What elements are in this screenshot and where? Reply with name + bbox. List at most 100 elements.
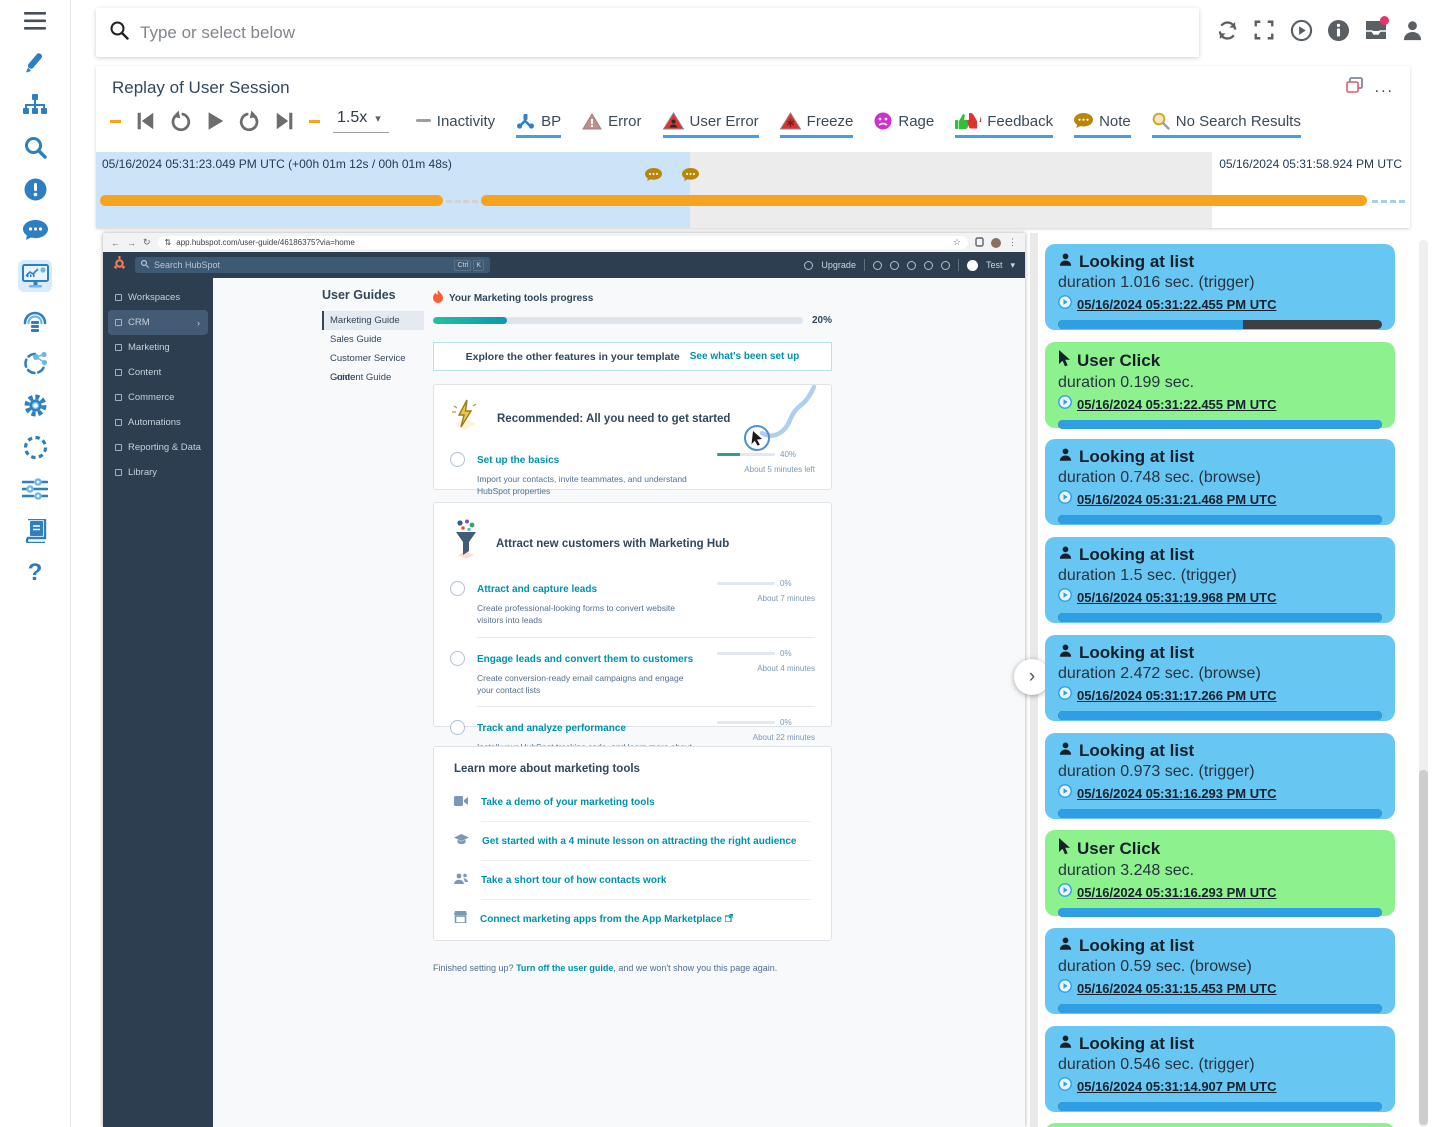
- event-title: Looking at list: [1079, 545, 1194, 565]
- learn-card: Learn more about marketing tools Take a …: [433, 746, 832, 941]
- replay-panel: Replay of User Session ... 1.5x ▾ Inacti…: [96, 66, 1410, 228]
- gear-icon[interactable]: [22, 392, 48, 418]
- jump-to-end-button[interactable]: [274, 110, 296, 132]
- event-progress-bar: [1058, 1102, 1382, 1111]
- sliders-icon[interactable]: [22, 476, 48, 502]
- legend-item-error[interactable]: Error: [582, 113, 641, 130]
- live-support-icon[interactable]: [22, 308, 48, 334]
- journey-icon[interactable]: [22, 350, 48, 376]
- global-search[interactable]: [96, 8, 1199, 57]
- hubspot-nav-commerce: Commerce: [103, 385, 213, 410]
- refresh-icon[interactable]: [1216, 19, 1239, 42]
- legend-item-user-error[interactable]: User Error: [663, 112, 759, 130]
- search-input[interactable]: [140, 23, 1185, 43]
- sitemap-icon[interactable]: [22, 92, 48, 118]
- nav-item-icon: [115, 344, 122, 351]
- event-card[interactable]: Looking at listduration 2.472 sec. (brow…: [1045, 635, 1395, 721]
- event-card[interactable]: User Clickduration 0.199 sec.05/16/2024 …: [1045, 342, 1395, 428]
- chat-icon[interactable]: [22, 218, 48, 244]
- scrollbar-thumb[interactable]: [1419, 770, 1428, 1125]
- contacts-icon: [454, 871, 468, 889]
- event-progress-bar: [1058, 908, 1382, 917]
- session-timeline[interactable]: 05/16/2024 05:31:23.049 PM UTC (+00h 01m…: [96, 152, 1410, 228]
- activity-bar-segment[interactable]: [100, 195, 443, 206]
- event-card[interactable]: Looking at listduration 0.59 sec. (brows…: [1045, 928, 1395, 1014]
- browser-menu-icon: ⋮: [1008, 237, 1017, 248]
- progress-percent: 20%: [812, 315, 832, 326]
- play-icon: [1058, 883, 1072, 902]
- bp-icon: [516, 113, 535, 129]
- legend-item-bp[interactable]: BP: [516, 113, 561, 130]
- popout-icon[interactable]: [1346, 77, 1363, 99]
- play-circle-icon[interactable]: [1290, 19, 1313, 42]
- event-timestamp-link[interactable]: 05/16/2024 05:31:21.468 PM UTC: [1077, 492, 1276, 507]
- note-marker-icon[interactable]: [645, 168, 662, 183]
- event-card[interactable]: Looking at listduration 1.5 sec. (trigge…: [1045, 537, 1395, 623]
- event-timestamp-link[interactable]: 05/16/2024 05:31:16.293 PM UTC: [1077, 885, 1276, 900]
- play-button[interactable]: [204, 110, 226, 132]
- event-timestamp-link[interactable]: 05/16/2024 05:31:19.968 PM UTC: [1077, 590, 1276, 605]
- legend-item-freeze[interactable]: Freeze: [780, 112, 854, 130]
- menu-icon[interactable]: [22, 8, 48, 34]
- fullscreen-icon[interactable]: [1253, 19, 1276, 42]
- legend-item-rage[interactable]: Rage: [874, 112, 934, 130]
- note-marker-icon[interactable]: [682, 168, 699, 183]
- event-duration: duration 0.199 sec.: [1058, 374, 1382, 392]
- timeline-buffered-region[interactable]: [690, 152, 1212, 228]
- alert-icon[interactable]: [22, 176, 48, 202]
- event-timestamp-link[interactable]: 05/16/2024 05:31:14.907 PM UTC: [1077, 1079, 1276, 1094]
- graduation-icon: [454, 832, 469, 850]
- book-icon[interactable]: [22, 518, 48, 544]
- event-progress-bar: [1058, 613, 1382, 622]
- event-timestamp-link[interactable]: 05/16/2024 05:31:22.455 PM UTC: [1077, 397, 1276, 412]
- legend-item-note[interactable]: Note: [1074, 113, 1131, 130]
- event-title: Looking at list: [1079, 1034, 1194, 1054]
- range-marker-end: [309, 120, 320, 123]
- rewind-button[interactable]: [169, 110, 191, 132]
- event-timestamp-link[interactable]: 05/16/2024 05:31:22.455 PM UTC: [1077, 297, 1276, 312]
- task-checkbox: [450, 581, 465, 596]
- nav-item-icon: [115, 394, 122, 401]
- legend-item-inactivity[interactable]: Inactivity: [416, 113, 495, 130]
- event-timestamp-link[interactable]: 05/16/2024 05:31:15.453 PM UTC: [1077, 981, 1276, 996]
- info-icon[interactable]: [1327, 19, 1350, 42]
- play-icon: [1058, 1077, 1072, 1096]
- hubspot-nav-workspaces: Workspaces: [103, 285, 213, 310]
- legend-item-feedback[interactable]: Feedback: [955, 112, 1053, 130]
- event-card[interactable]: Looking at listduration 1.016 sec. (trig…: [1045, 244, 1395, 330]
- hubspot-nav-content: Content: [103, 360, 213, 385]
- forward-button[interactable]: [239, 110, 261, 132]
- jump-to-start-button[interactable]: [134, 110, 156, 132]
- pencil-icon[interactable]: [22, 50, 48, 76]
- inbox-icon[interactable]: [1364, 19, 1387, 42]
- activity-bar-segment[interactable]: [481, 195, 1367, 206]
- nav-item-icon: [115, 294, 122, 301]
- user-icon[interactable]: [1401, 19, 1424, 42]
- speed-selector[interactable]: 1.5x ▾: [333, 109, 389, 133]
- browser-chrome: ← → ↻ ⇅ app.hubspot.com/user-guide/46186…: [103, 233, 1025, 252]
- help-icon: [907, 261, 916, 270]
- event-timestamp-link[interactable]: 05/16/2024 05:31:17.266 PM UTC: [1077, 688, 1276, 703]
- event-timestamp-link[interactable]: 05/16/2024 05:31:16.293 PM UTC: [1077, 786, 1276, 801]
- event-card[interactable]: [1045, 1123, 1395, 1127]
- event-card[interactable]: User Clickduration 3.248 sec.05/16/2024 …: [1045, 830, 1395, 916]
- page-title: Replay of User Session: [112, 78, 290, 98]
- play-icon: [1058, 979, 1072, 998]
- search-icon[interactable]: [22, 134, 48, 160]
- user-icon: [1058, 936, 1073, 956]
- event-card[interactable]: Looking at listduration 0.748 sec. (brow…: [1045, 439, 1395, 525]
- learn-link-row: Take a short tour of how contacts work: [454, 861, 811, 899]
- guide-tab: Sales Guide: [322, 330, 424, 349]
- event-card[interactable]: Looking at listduration 0.546 sec. (trig…: [1045, 1026, 1395, 1112]
- event-card[interactable]: Looking at listduration 0.973 sec. (trig…: [1045, 733, 1395, 819]
- session-replay-icon[interactable]: [18, 260, 52, 292]
- more-menu-icon[interactable]: ...: [1375, 83, 1394, 93]
- event-progress-bar: [1058, 1004, 1382, 1013]
- dashed-circle-icon[interactable]: [22, 434, 48, 460]
- event-legend: Inactivity BP Error User Error Freeze Rage Fee…: [416, 112, 1301, 130]
- bookmark-star-icon: ☆: [953, 237, 961, 248]
- toolbar: [1216, 19, 1424, 42]
- help-icon[interactable]: ?: [22, 560, 48, 586]
- legend-item-no-search[interactable]: No Search Results: [1152, 112, 1301, 130]
- hubspot-nav-reporting-data: Reporting & Data: [103, 435, 213, 460]
